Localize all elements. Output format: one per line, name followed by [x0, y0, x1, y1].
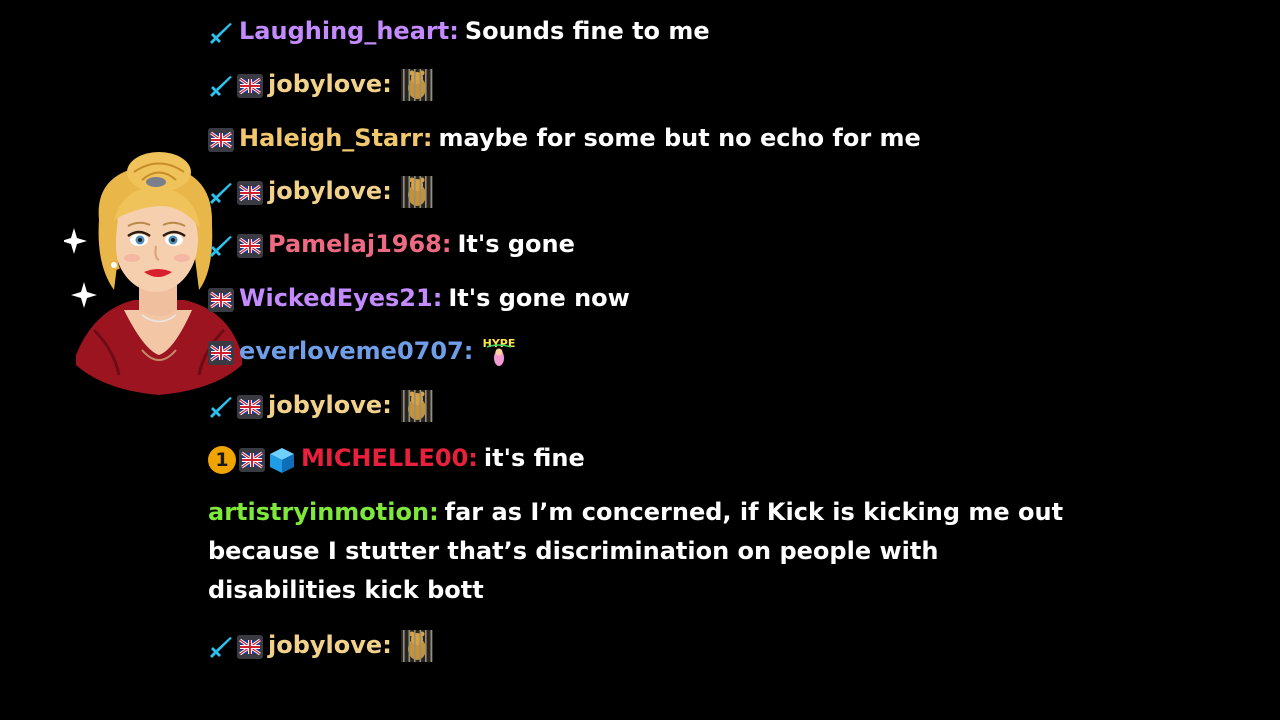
user-badges [208, 120, 237, 159]
uk-flag-icon [237, 394, 263, 419]
hype-emote-icon: HYPE [483, 337, 516, 366]
username-colon: : [382, 70, 392, 98]
uk-flag-icon [237, 634, 263, 659]
chat-username[interactable]: Pamelaj1968 [268, 230, 442, 258]
user-badges [208, 173, 266, 212]
chat-username[interactable]: Haleigh_Starr [239, 124, 423, 152]
chat-overlay: Laughing_heart: Sounds fine to me jobylov… [0, 0, 1280, 720]
chat-message-text: Sounds fine to me [464, 17, 710, 45]
sparkle-icon [61, 228, 87, 254]
chat-username[interactable]: jobylove [268, 70, 382, 98]
uk-flag-icon [237, 233, 263, 258]
username-colon: : [463, 337, 474, 365]
sword-badge-icon [210, 22, 232, 44]
uk-flag-icon [208, 287, 234, 312]
rank-1-badge-icon: 1 [208, 445, 236, 474]
chat-username[interactable]: everloveme0707 [239, 337, 464, 365]
chat-username[interactable]: artistryinmotion [208, 498, 429, 526]
chat-message: jobylove: [208, 626, 1068, 666]
chat-message: Laughing_heart: Sounds fine to me [208, 12, 1068, 52]
caged-bear-emote-icon [400, 176, 433, 208]
sparkle-icon [71, 282, 97, 308]
sword-badge-icon [210, 75, 232, 97]
chat-message: 1 MICHELLE00: it's fine [208, 439, 1068, 479]
chat-message-text: It's gone [457, 230, 575, 258]
sword-badge-icon [210, 182, 232, 204]
username-colon: : [432, 284, 443, 312]
caged-bear-emote-icon [400, 69, 433, 101]
caged-bear-emote-icon [400, 390, 433, 422]
uk-flag-icon [237, 180, 263, 205]
user-badges [208, 13, 237, 52]
username-colon: : [429, 498, 439, 526]
user-badges [208, 387, 266, 426]
chat-message: Haleigh_Starr: maybe for some but no echo… [208, 119, 1068, 159]
user-badges [208, 627, 266, 666]
uk-flag-icon [239, 447, 265, 472]
username-colon: : [382, 391, 392, 419]
user-badges: 1 [208, 440, 299, 479]
chat-message: WickedEyes21: It's gone now [208, 279, 1068, 319]
chat-message: Pamelaj1968: It's gone [208, 225, 1068, 265]
caged-bear-emote-icon [400, 630, 433, 662]
sword-badge-icon [210, 396, 232, 418]
username-colon: : [382, 177, 392, 205]
chat-username[interactable]: MICHELLE00 [301, 444, 468, 472]
user-badges [208, 66, 266, 105]
uk-flag-icon [208, 340, 234, 365]
chat-message: artistryinmotion: far as I’m concerned, i… [208, 493, 1068, 610]
user-badges [208, 333, 237, 372]
chat-message: jobylove: [208, 386, 1068, 426]
chat-username[interactable]: WickedEyes21 [239, 284, 433, 312]
chat-username[interactable]: jobylove [268, 631, 382, 659]
uk-flag-icon [208, 127, 234, 152]
chat-message: jobylove: [208, 172, 1068, 212]
hype-emote-label: HYPE [483, 337, 516, 350]
chat-message-text: maybe for some but no echo for me [438, 124, 921, 152]
chat-username[interactable]: jobylove [268, 177, 382, 205]
sword-badge-icon [210, 636, 232, 658]
sword-badge-icon [210, 235, 232, 257]
chat-message: jobylove: [208, 65, 1068, 105]
username-colon: : [449, 17, 459, 45]
chat-message-text: it's fine [483, 444, 585, 472]
username-colon: : [382, 631, 392, 659]
username-colon: : [422, 124, 433, 152]
chat-username[interactable]: Laughing_heart [239, 17, 449, 45]
uk-flag-icon [237, 73, 263, 98]
chat-message: everloveme0707: HYPE [208, 332, 1068, 372]
chat-username[interactable]: jobylove [268, 391, 382, 419]
username-colon: : [468, 444, 478, 472]
user-badges [208, 280, 237, 319]
username-colon: : [441, 230, 452, 258]
cube-badge-icon [270, 447, 294, 473]
user-badges [208, 226, 266, 265]
chat-message-text: It's gone now [448, 284, 630, 312]
